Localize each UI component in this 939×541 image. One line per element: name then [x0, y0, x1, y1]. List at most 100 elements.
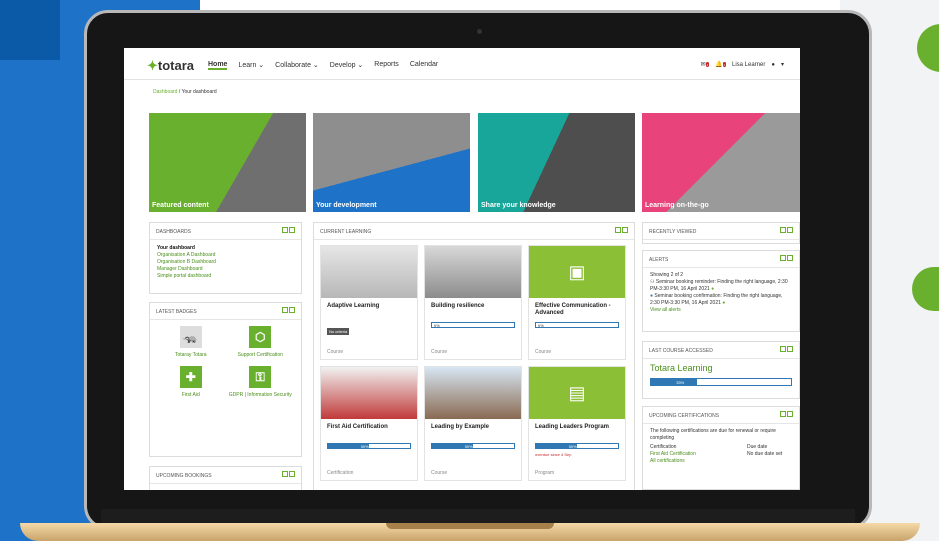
course-card[interactable]: Adaptive Learning No criteria Course: [320, 245, 418, 360]
badge-grid: 🦡 Totaray Totara ⬡ Support Certification ✚…: [150, 320, 301, 404]
last-course-name[interactable]: Totara Learning: [643, 359, 799, 376]
breadcrumb-dashboard[interactable]: Dashboard: [153, 89, 177, 95]
key-icon: ⚿: [249, 366, 272, 388]
webcam: [477, 29, 482, 34]
info-icon: ●: [722, 300, 726, 306]
course-card[interactable]: First Aid Certification 50% Certificatio…: [320, 366, 418, 481]
course-card[interactable]: ▣ Effective Communication - Advanced 0% …: [528, 245, 626, 360]
hero-featured[interactable]: Featured content: [149, 113, 306, 212]
breadcrumb-separator: /: [178, 89, 181, 95]
hero-label: Your development: [316, 202, 377, 209]
course-type: Course: [431, 470, 448, 476]
hero-onthego[interactable]: Learning on-the-go: [642, 113, 800, 212]
course-type: Course: [535, 349, 552, 355]
course-type: Course: [327, 349, 344, 355]
hero-image: [149, 113, 306, 212]
dashboard-item[interactable]: Simple portal dashboard: [157, 273, 294, 280]
user-name[interactable]: Lisa Learner: [732, 62, 765, 68]
bookings-panel: UPCOMING BOOKINGS: [149, 466, 302, 490]
course-thumbnail: ▣: [529, 246, 625, 298]
badges-panel: LATEST BADGES 🦡 Totaray Totara ⬡ Support C…: [149, 302, 302, 457]
breadcrumb: Dashboard / Your dashboard: [153, 89, 217, 95]
panel-controls[interactable]: [780, 227, 793, 233]
nav-reports[interactable]: Reports: [374, 61, 399, 70]
progress-bar: 50%: [327, 443, 411, 449]
course-title: First Aid Certification: [327, 424, 388, 430]
status-badge: No criteria: [327, 328, 350, 335]
alert-item[interactable]: ● Seminar booking confirmation: Finding …: [650, 293, 792, 307]
message-icon[interactable]: ✉•: [701, 61, 710, 68]
notification-icon[interactable]: 🔔•: [715, 61, 726, 68]
nav-calendar[interactable]: Calendar: [410, 61, 438, 70]
recently-viewed-panel: RECENTLY VIEWED: [642, 222, 800, 244]
hero-label: Share your knowledge: [481, 202, 556, 209]
badge-item[interactable]: ⚿ GDPR | Information Security: [226, 366, 296, 398]
panel-header: CURRENT LEARNING: [314, 223, 634, 240]
nav-learn[interactable]: Learn ⌄: [238, 61, 264, 70]
hero-image: [478, 113, 635, 212]
logo-leaf-icon: ✦: [147, 58, 158, 73]
course-card[interactable]: Building resilience 0% Course: [424, 245, 522, 360]
panel-header: UPCOMING CERTIFICATIONS: [643, 407, 799, 424]
background-dark-blue: [0, 0, 60, 60]
panel-controls[interactable]: [780, 411, 793, 417]
alerts-panel: ALERTS Showing 2 of 2 ⚇ Seminar booking …: [642, 250, 800, 332]
course-title: Adaptive Learning: [327, 303, 380, 309]
panel-controls[interactable]: [780, 346, 793, 352]
panel-controls[interactable]: [615, 227, 628, 233]
chevron-down-icon[interactable]: ▾: [781, 61, 784, 68]
cert-header-row: Certification Due date: [650, 444, 768, 450]
badge-item[interactable]: 🦡 Totaray Totara: [156, 326, 226, 358]
alert-item[interactable]: ⚇ Seminar booking reminder: Finding the …: [650, 279, 792, 293]
panel-controls[interactable]: [282, 227, 295, 233]
dashboard-item[interactable]: Organisation B Dashboard: [157, 259, 294, 266]
course-card[interactable]: ▤ Leading Leaders Program 50% overdue si…: [528, 366, 626, 481]
nav-develop[interactable]: Develop ⌄: [330, 61, 364, 70]
panel-header: RECENTLY VIEWED: [643, 223, 799, 240]
panel-header: LAST COURSE ACCESSED: [643, 342, 799, 359]
totara-logo[interactable]: ✦totara: [147, 58, 194, 74]
certifications-body: The following certifications are due for…: [643, 424, 799, 469]
first-aid-icon: ✚: [179, 366, 202, 388]
hero-label: Featured content: [152, 202, 209, 209]
course-thumbnail: [321, 246, 417, 298]
org-chart-icon: ▤: [568, 382, 586, 403]
course-title: Building resilience: [431, 303, 485, 309]
dashboard-item[interactable]: Organisation A Dashboard: [157, 252, 294, 259]
dashboard-item[interactable]: Manager Dashboard: [157, 266, 294, 273]
course-thumbnail: [321, 367, 417, 419]
hero-development[interactable]: Your development: [313, 113, 470, 212]
panel-controls[interactable]: [282, 471, 295, 477]
view-all-alerts-link[interactable]: View all alerts: [650, 307, 681, 313]
top-navigation: ✦totara Home Learn ⌄ Collaborate ⌄ Devel…: [124, 48, 800, 80]
dashboard-item: Your dashboard: [157, 245, 195, 251]
nav-home[interactable]: Home: [208, 61, 228, 70]
course-type: Certification: [327, 470, 354, 476]
all-certifications-link[interactable]: All certifications: [650, 458, 685, 464]
nav-collaborate[interactable]: Collaborate ⌄: [275, 61, 319, 70]
laptop-base-notch: [386, 523, 554, 529]
avatar[interactable]: ●: [771, 62, 775, 68]
course-thumbnail: ▤: [529, 367, 625, 419]
course-type: Course: [431, 349, 448, 355]
badge-item[interactable]: ⬡ Support Certification: [226, 326, 296, 358]
badge-item[interactable]: ✚ First Aid: [156, 366, 226, 398]
hero-label: Learning on-the-go: [645, 202, 709, 209]
panel-header: ALERTS: [643, 251, 799, 268]
cert-row: First Aid Certification No due date set: [650, 451, 783, 458]
hero-image: [313, 113, 470, 212]
main-menu: Home Learn ⌄ Collaborate ⌄ Develop ⌄ Rep…: [208, 61, 438, 70]
course-title: Effective Communication - Advanced: [535, 303, 611, 316]
last-course-panel: LAST COURSE ACCESSED Totara Learning 33%: [642, 341, 800, 399]
course-card[interactable]: Leading by Example 50% Course: [424, 366, 522, 481]
panel-controls[interactable]: [780, 255, 793, 261]
panel-controls[interactable]: [282, 307, 295, 313]
breadcrumb-current: Your dashboard: [181, 89, 217, 95]
cert-link[interactable]: First Aid Certification: [650, 451, 696, 458]
panel-header: LATEST BADGES: [150, 303, 301, 320]
certifications-intro: The following certifications are due for…: [650, 428, 776, 441]
hero-share[interactable]: Share your knowledge: [478, 113, 635, 212]
course-title: Leading Leaders Program: [535, 424, 610, 430]
course-thumbnail: [425, 367, 521, 419]
panel-header: DASHBOARDS: [150, 223, 301, 240]
